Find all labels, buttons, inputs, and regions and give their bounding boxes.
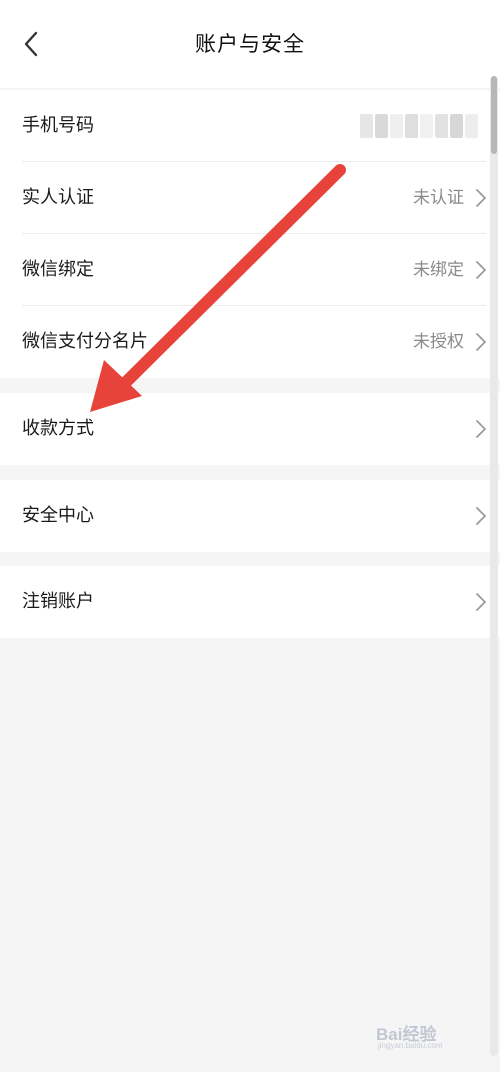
chevron-right-icon: [476, 189, 486, 207]
wechat-pay-score-status: 未授权: [413, 332, 464, 352]
deactivate-account-row[interactable]: 注销账户: [0, 566, 500, 638]
wechat-binding-row[interactable]: 微信绑定 未绑定: [0, 234, 500, 306]
security-center-label: 安全中心: [22, 505, 94, 526]
wechat-pay-score-row[interactable]: 微信支付分名片 未授权: [0, 306, 500, 378]
real-name-verification-label: 实人认证: [22, 187, 94, 208]
payment-method-label: 收款方式: [22, 418, 94, 439]
payment-method-row[interactable]: 收款方式: [0, 393, 500, 465]
phone-number-label: 手机号码: [22, 115, 94, 136]
chevron-right-icon: [476, 593, 486, 611]
wechat-pay-score-label: 微信支付分名片: [22, 331, 148, 352]
chevron-right-icon: [476, 420, 486, 438]
page-title: 账户与安全: [195, 32, 305, 56]
watermark-subtext: jingyan.baidu.com: [378, 1041, 443, 1050]
payment-method-group: 收款方式: [0, 393, 500, 465]
real-name-verification-status: 未认证: [413, 188, 464, 208]
scrollbar[interactable]: [490, 76, 498, 1056]
chevron-right-icon: [476, 333, 486, 351]
account-info-group: 手机号码 实人认证 未认证 微信绑定 未绑定 微信支付分名片 未授权: [0, 90, 500, 378]
security-center-row[interactable]: 安全中心: [0, 480, 500, 552]
wechat-binding-status: 未绑定: [413, 260, 464, 280]
deactivate-account-group: 注销账户: [0, 566, 500, 638]
security-center-group: 安全中心: [0, 480, 500, 552]
chevron-right-icon: [476, 507, 486, 525]
wechat-binding-label: 微信绑定: [22, 259, 94, 280]
real-name-verification-row[interactable]: 实人认证 未认证: [0, 162, 500, 234]
scrollbar-thumb[interactable]: [491, 76, 497, 154]
phone-number-row[interactable]: 手机号码: [0, 90, 500, 162]
nav-bar: 账户与安全: [0, 0, 500, 88]
deactivate-account-label: 注销账户: [22, 591, 94, 612]
phone-number-value-blurred: [360, 114, 478, 138]
baidu-jingyan-watermark: Bai经验 jingyan.baidu.com: [376, 1018, 472, 1056]
chevron-right-icon: [476, 261, 486, 279]
